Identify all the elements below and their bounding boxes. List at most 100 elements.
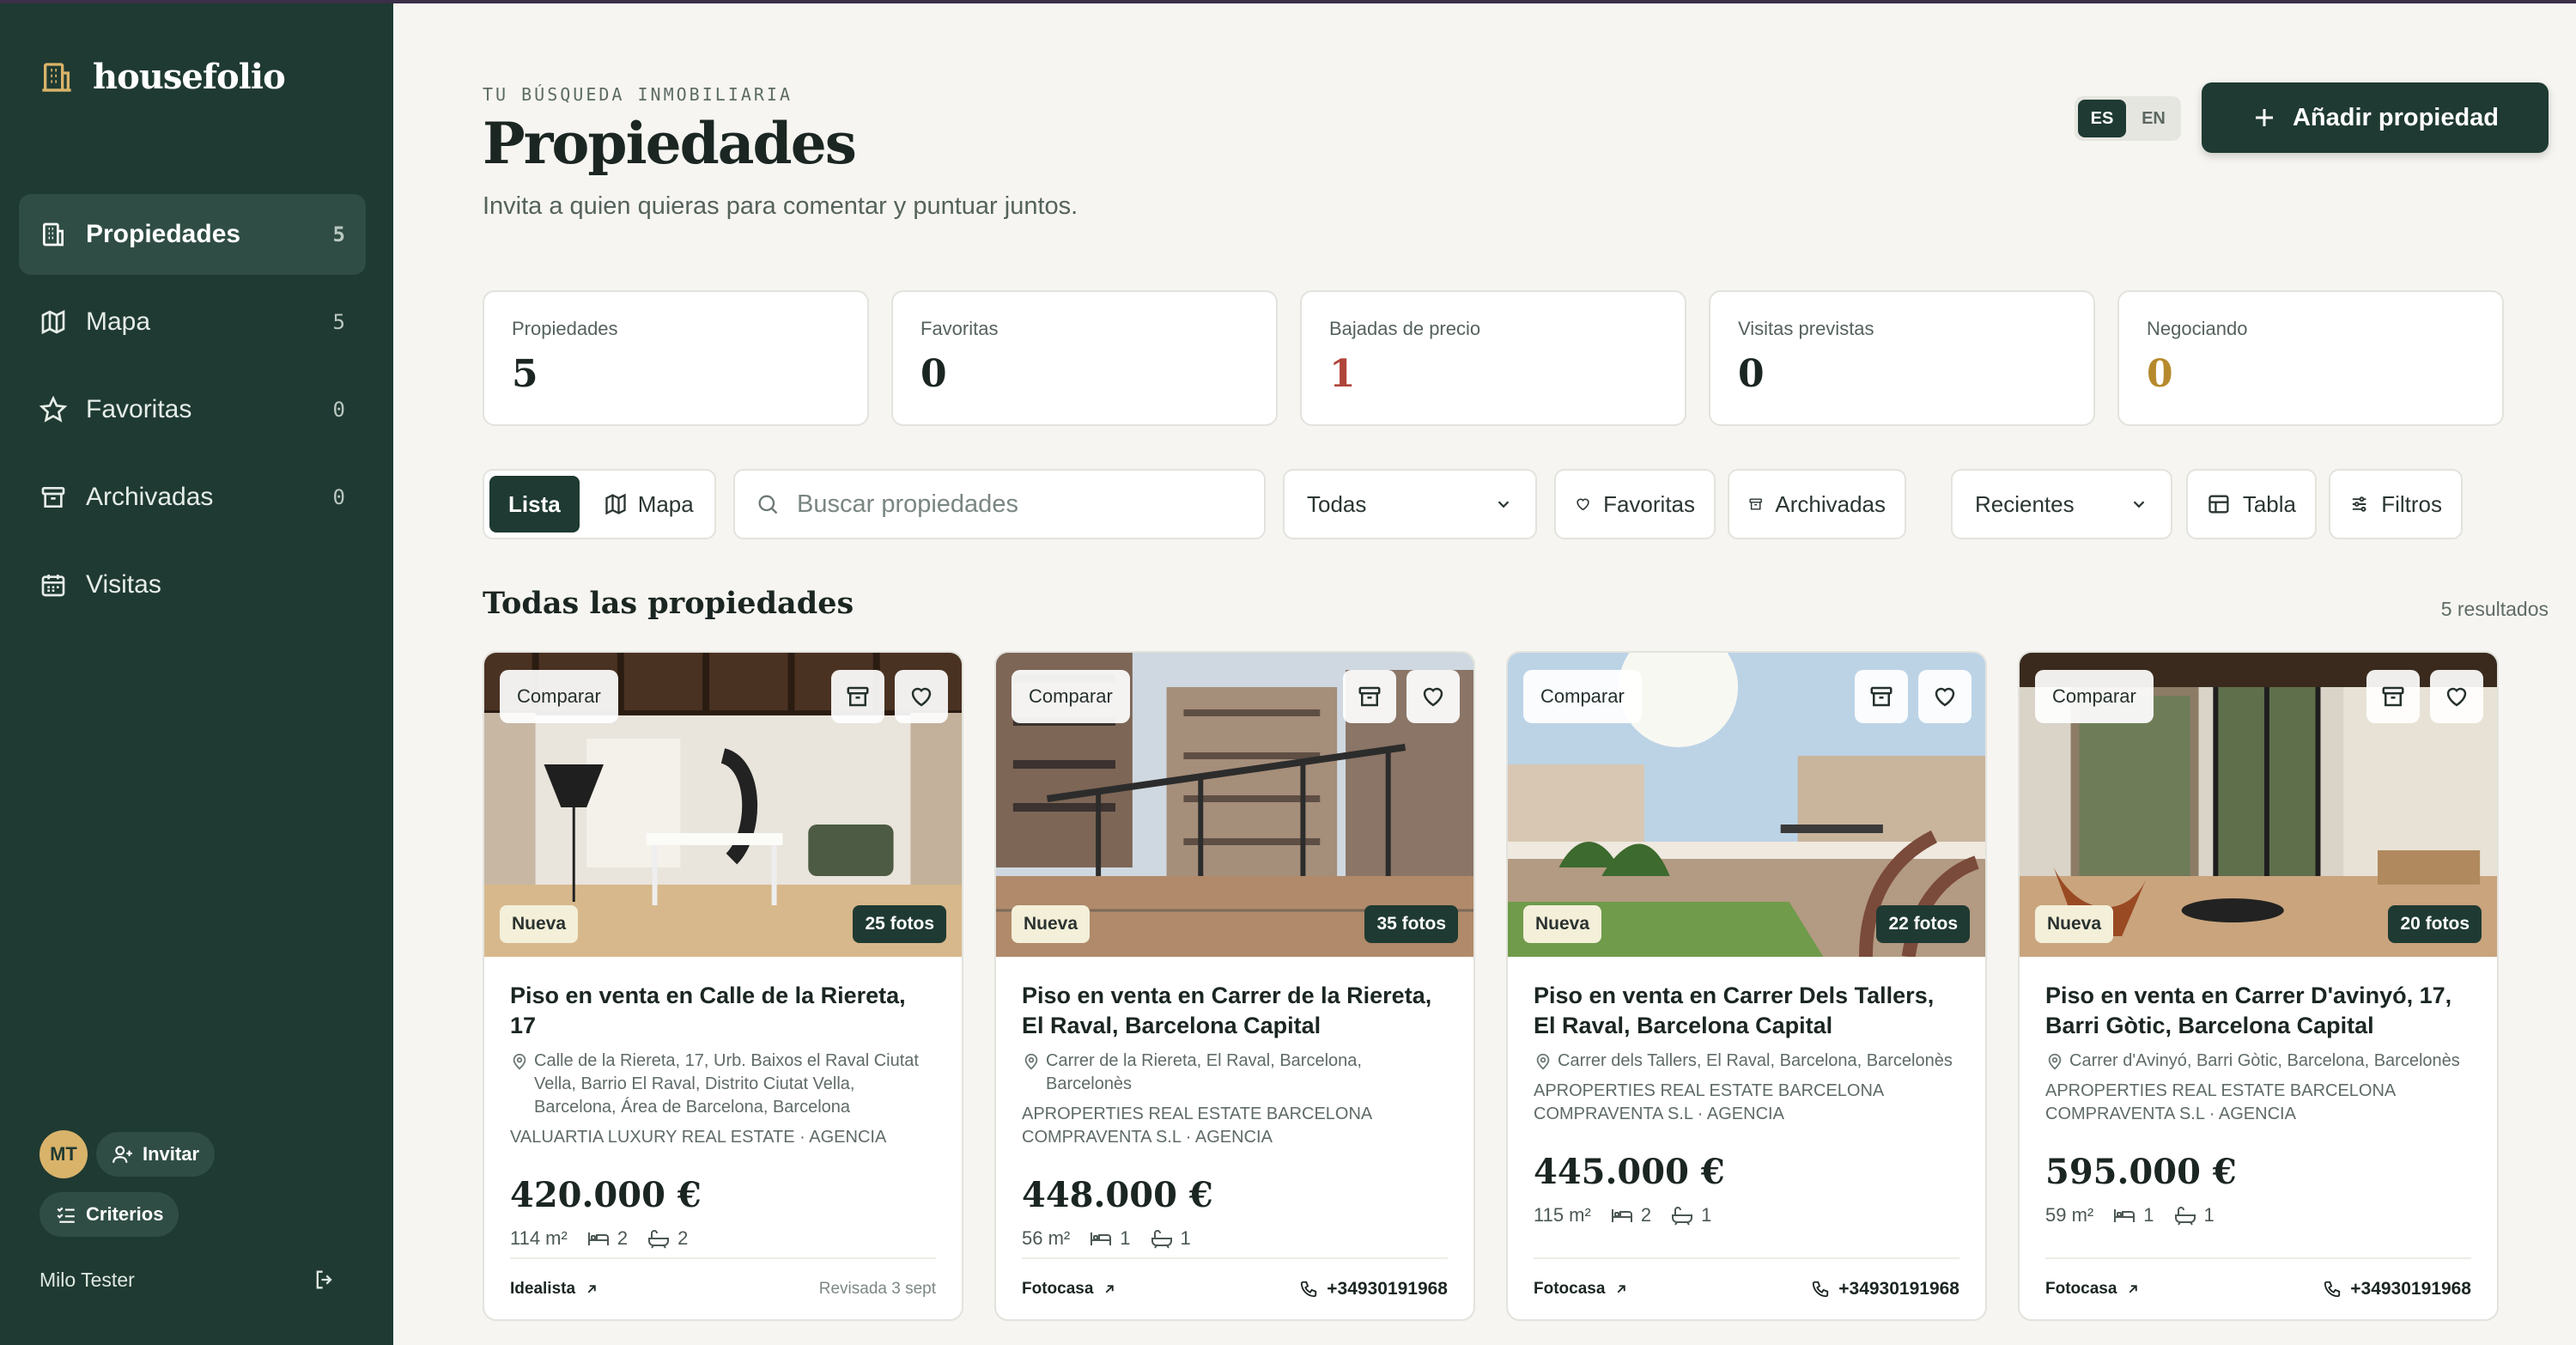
- status-select-value: Todas: [1307, 490, 1367, 517]
- phone-link[interactable]: +34930191968: [1811, 1279, 1959, 1299]
- view-list-button[interactable]: Lista: [489, 476, 580, 533]
- property-address: Calle de la Riereta, 17, Urb. Baixos el …: [510, 1050, 936, 1119]
- archive-icon: [2382, 686, 2404, 707]
- favorite-button[interactable]: [1406, 670, 1460, 723]
- compare-button[interactable]: Comparar: [2035, 670, 2154, 723]
- property-photo[interactable]: Comparar Nueva 35 fotos: [996, 653, 1473, 957]
- lang-es-button[interactable]: ES: [2078, 100, 2126, 137]
- sidebar-item-label: Mapa: [86, 307, 151, 336]
- language-switch: ES EN: [2075, 96, 2181, 141]
- heart-icon: [911, 687, 932, 707]
- search-placeholder: Buscar propiedades: [797, 490, 1018, 518]
- compare-button[interactable]: Comparar: [1012, 670, 1130, 723]
- view-map-button[interactable]: Mapa: [585, 476, 713, 533]
- sidebar-item-archivadas[interactable]: Archivadas 0: [19, 457, 366, 538]
- property-card[interactable]: Comparar Nueva 20 fotos Piso en venta en…: [2018, 651, 2499, 1321]
- search-input[interactable]: Buscar propiedades: [733, 469, 1266, 539]
- user-name: Milo Tester: [39, 1268, 135, 1291]
- archive-icon: [847, 686, 869, 707]
- lang-en-button[interactable]: EN: [2129, 100, 2178, 137]
- user-plus-icon: [112, 1146, 132, 1163]
- sidebar-item-count: 0: [332, 485, 345, 509]
- compare-button[interactable]: Comparar: [1523, 670, 1642, 723]
- property-title[interactable]: Piso en venta en Carrer D'avinyó, 17, Ba…: [2045, 981, 2471, 1041]
- property-address-text: Carrer d'Avinyó, Barri Gòtic, Barcelona,…: [2069, 1051, 2460, 1070]
- sliders-icon: [2352, 496, 2366, 512]
- photo-count-badge: 25 fotos: [853, 905, 946, 943]
- chevron-down-icon: [2133, 501, 2145, 508]
- property-photo[interactable]: Comparar Nueva 25 fotos: [484, 653, 962, 957]
- property-title[interactable]: Piso en venta en Calle de la Riereta, 17: [510, 981, 936, 1041]
- heart-icon: [1577, 498, 1589, 511]
- property-features: 114 m² 2 2: [510, 1227, 936, 1250]
- sidebar-item-mapa[interactable]: Mapa 5: [19, 282, 366, 362]
- sidebar-item-visitas[interactable]: Visitas: [19, 545, 366, 625]
- favorite-button[interactable]: [895, 670, 948, 723]
- brand[interactable]: housefolio: [39, 57, 286, 97]
- avatar[interactable]: MT: [39, 1130, 88, 1178]
- sidebar-item-favoritas[interactable]: Favoritas 0: [19, 369, 366, 450]
- property-area: 114 m²: [510, 1227, 568, 1249]
- source-label: Idealista: [510, 1280, 576, 1298]
- archive-icon: [1358, 686, 1381, 707]
- source-link[interactable]: Fotocasa: [1022, 1280, 1117, 1299]
- sidebar-item-count: 5: [332, 310, 345, 334]
- star-icon: [39, 396, 67, 423]
- source-link[interactable]: Fotocasa: [2045, 1280, 2141, 1299]
- logout-icon[interactable]: [313, 1268, 337, 1292]
- card-footer: Fotocasa +34930191968: [2045, 1257, 2471, 1319]
- archive-icon: [41, 487, 65, 508]
- building-icon: [43, 222, 64, 246]
- favorites-filter-button[interactable]: Favoritas: [1554, 469, 1716, 539]
- source-link[interactable]: Idealista: [510, 1280, 599, 1299]
- property-beds-count: 2: [1640, 1204, 1652, 1226]
- property-photo[interactable]: Comparar Nueva 22 fotos: [1508, 653, 1985, 957]
- page-title: Propiedades: [483, 110, 857, 177]
- property-card[interactable]: Comparar Nueva 25 fotos Piso en venta en…: [483, 651, 963, 1321]
- property-beds-count: 1: [1120, 1227, 1131, 1249]
- property-address-text: Carrer dels Tallers, El Raval, Barcelona…: [1558, 1051, 1953, 1070]
- new-badge: Nueva: [1523, 905, 1602, 943]
- property-beds: 2: [586, 1227, 628, 1250]
- favorite-button[interactable]: [2430, 670, 2483, 723]
- archived-filter-button[interactable]: Archivadas: [1728, 469, 1906, 539]
- archive-button[interactable]: [2366, 670, 2420, 723]
- property-title[interactable]: Piso en venta en Carrer de la Riereta, E…: [1022, 981, 1448, 1041]
- property-cards: Comparar Nueva 25 fotos Piso en venta en…: [483, 651, 2499, 1321]
- property-baths: 1: [1670, 1204, 1711, 1226]
- phone-number: +34930191968: [2350, 1279, 2471, 1299]
- photo-count-badge: 20 fotos: [2388, 905, 2482, 943]
- sort-select-value: Recientes: [1975, 490, 2075, 517]
- compare-button[interactable]: Comparar: [500, 670, 618, 723]
- stat-value: 0: [920, 352, 947, 396]
- add-property-button[interactable]: Añadir propiedad: [2202, 82, 2549, 153]
- sidebar-collab: MT Invitar Criterios: [39, 1130, 216, 1237]
- phone-link[interactable]: +34930191968: [2323, 1279, 2471, 1299]
- criteria-button[interactable]: Criterios: [39, 1192, 179, 1237]
- sidebar-item-propiedades[interactable]: Propiedades 5: [19, 194, 366, 275]
- status-select[interactable]: Todas: [1283, 469, 1537, 539]
- invite-button[interactable]: Invitar: [96, 1132, 216, 1177]
- favorite-button[interactable]: [1918, 670, 1971, 723]
- property-card[interactable]: Comparar Nueva 22 fotos Piso en venta en…: [1506, 651, 1987, 1321]
- archive-button[interactable]: [831, 670, 884, 723]
- archive-button[interactable]: [1343, 670, 1396, 723]
- source-link[interactable]: Fotocasa: [1534, 1280, 1629, 1299]
- card-footer: Fotocasa +34930191968: [1022, 1257, 1448, 1319]
- filters-button[interactable]: Filtros: [2329, 469, 2463, 539]
- phone-icon: [1813, 1281, 1829, 1298]
- plus-icon: [2255, 109, 2273, 126]
- property-photo[interactable]: Comparar Nueva 20 fotos: [2020, 653, 2497, 957]
- property-features: 56 m² 1 1: [1022, 1227, 1448, 1250]
- property-card[interactable]: Comparar Nueva 35 fotos Piso en venta en…: [994, 651, 1475, 1321]
- view-toggle: Lista Mapa: [483, 469, 716, 539]
- property-baths-count: 1: [2203, 1204, 2215, 1226]
- phone-link[interactable]: +34930191968: [1299, 1279, 1448, 1299]
- sidebar: housefolio Propiedades 5 Mapa 5 Favorita…: [0, 0, 393, 1345]
- table-view-label: Tabla: [2242, 490, 2296, 517]
- bed-icon: [2114, 1209, 2136, 1222]
- sort-select[interactable]: Recientes: [1951, 469, 2172, 539]
- table-view-button[interactable]: Tabla: [2186, 469, 2317, 539]
- property-title[interactable]: Piso en venta en Carrer Dels Tallers, El…: [1534, 981, 1959, 1041]
- archive-button[interactable]: [1855, 670, 1908, 723]
